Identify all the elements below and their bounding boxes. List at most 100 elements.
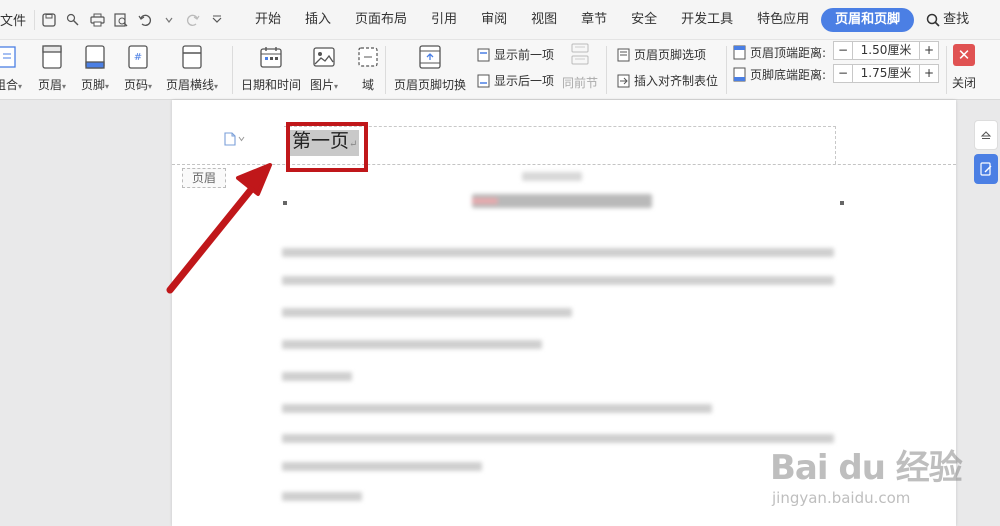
combo-label: 组合 xyxy=(0,78,19,92)
combo-button[interactable]: 组合▾ xyxy=(0,44,22,93)
eject-icon xyxy=(980,131,992,139)
insert-align-tab-button[interactable]: 插入对齐制表位 xyxy=(616,72,718,89)
redo-icon[interactable] xyxy=(185,12,201,28)
picture-button[interactable]: 图片▾ xyxy=(310,44,338,93)
ribbon-divider xyxy=(726,46,727,94)
chevron-down-icon[interactable] xyxy=(161,12,177,28)
footer-icon xyxy=(82,44,108,70)
header-label: 页眉 xyxy=(38,78,63,92)
show-next-label: 显示后一项 xyxy=(494,74,555,88)
same-as-previous-button[interactable]: 同前节 xyxy=(562,42,598,91)
header-line-label: 页眉横线 xyxy=(166,78,215,92)
align-tab-icon xyxy=(616,74,630,88)
datetime-label: 日期和时间 xyxy=(241,78,302,92)
page-number-label: 页码 xyxy=(124,78,149,92)
svg-text:#: # xyxy=(134,52,142,63)
header-button[interactable]: 页眉▾ xyxy=(38,44,66,93)
field-icon xyxy=(355,44,381,70)
top-distance-label: 页眉顶端距离: xyxy=(750,46,827,60)
edit-panel-button[interactable] xyxy=(974,154,998,184)
bottom-distance-decrement[interactable]: − xyxy=(833,64,853,83)
collapse-panel-button[interactable] xyxy=(974,120,998,150)
close-header-footer-button[interactable]: ✕ 关闭 xyxy=(952,44,976,91)
top-distance-value[interactable]: 1.50厘米 xyxy=(853,41,919,60)
tab-special[interactable]: 特色应用 xyxy=(745,8,821,32)
insert-align-tab-label: 插入对齐制表位 xyxy=(634,74,719,88)
top-distance-row: 页眉顶端距离: xyxy=(732,44,826,61)
calendar-icon xyxy=(258,44,284,70)
field-button[interactable]: 域 xyxy=(355,44,381,93)
watermark-url: jingyan.baidu.com xyxy=(772,489,911,507)
header-line-button[interactable]: 页眉横线▾ xyxy=(166,44,218,93)
close-label: 关闭 xyxy=(952,76,977,90)
tab-page-layout[interactable]: 页面布局 xyxy=(343,8,419,32)
header-tag: 页眉 xyxy=(182,168,226,188)
highlight-box xyxy=(286,122,368,172)
tab-references[interactable]: 引用 xyxy=(419,8,469,32)
options-icon xyxy=(616,48,630,62)
header-footer-options-button[interactable]: 页眉页脚选项 xyxy=(616,46,706,63)
header-footer-switch-button[interactable]: 页眉页脚切换 xyxy=(394,44,466,93)
switch-label: 页眉页脚切换 xyxy=(394,78,467,92)
bottom-margin-icon xyxy=(732,67,746,82)
bottom-distance-label: 页脚底端距离: xyxy=(750,68,827,82)
datetime-button[interactable]: 日期和时间 xyxy=(241,44,301,93)
tab-security[interactable]: 安全 xyxy=(619,8,669,32)
header-icon xyxy=(39,44,65,70)
baidu-watermark-logo: Bai du 经验 jingyan.baidu.com xyxy=(770,440,963,507)
top-distance-increment[interactable]: + xyxy=(919,41,939,60)
format-painter-icon[interactable] xyxy=(65,12,81,28)
link-sections-icon xyxy=(567,42,593,68)
field-label: 域 xyxy=(361,78,374,92)
print-preview-icon[interactable] xyxy=(113,12,129,28)
ribbon-tabs: 开始 插入 页面布局 引用 审阅 视图 章节 安全 开发工具 特色应用 页眉和页… xyxy=(243,7,981,32)
watermark-brand: Bai du 经验 xyxy=(770,448,963,488)
ribbon-divider xyxy=(385,46,386,94)
ribbon-toolbar: 组合▾ 页眉▾ 页脚▾ # 页码▾ 页眉横线▾ 日期和时间 图片▾ 域 页眉页脚… xyxy=(0,40,1000,100)
search-label: 查找 xyxy=(943,11,970,27)
top-margin-icon xyxy=(732,45,746,60)
ribbon-divider xyxy=(232,46,233,94)
show-previous-label: 显示前一项 xyxy=(494,48,555,62)
ribbon-divider xyxy=(606,46,607,94)
header-line-icon xyxy=(179,44,205,70)
save-icon[interactable] xyxy=(41,12,57,28)
customize-icon[interactable] xyxy=(209,12,225,28)
picture-label: 图片 xyxy=(310,78,335,92)
tab-view[interactable]: 视图 xyxy=(519,8,569,32)
show-previous-icon xyxy=(476,48,490,62)
menu-file[interactable]: 文件 xyxy=(0,10,26,29)
top-distance-stepper[interactable]: − 1.50厘米 + xyxy=(833,41,939,60)
header-footer-options-label: 页眉页脚选项 xyxy=(634,48,707,62)
footer-label: 页脚 xyxy=(81,78,106,92)
tab-section[interactable]: 章节 xyxy=(569,8,619,32)
page-number-button[interactable]: # 页码▾ xyxy=(124,44,152,93)
combo-icon xyxy=(0,44,21,70)
header-options-icon[interactable] xyxy=(224,132,245,146)
page-number-icon: # xyxy=(125,44,151,70)
show-next-icon xyxy=(476,74,490,88)
tab-home[interactable]: 开始 xyxy=(243,8,293,32)
bottom-distance-row: 页脚底端距离: xyxy=(732,66,826,83)
tab-developer[interactable]: 开发工具 xyxy=(669,8,745,32)
show-next-button[interactable]: 显示后一项 xyxy=(476,72,554,89)
footer-button[interactable]: 页脚▾ xyxy=(81,44,109,93)
print-icon[interactable] xyxy=(89,12,105,28)
menu-bar: 文件 开始 插入 页面布局 引用 审阅 视图 章节 安全 开发工具 特色应用 页… xyxy=(0,0,1000,40)
show-previous-button[interactable]: 显示前一项 xyxy=(476,46,554,63)
top-distance-decrement[interactable]: − xyxy=(833,41,853,60)
quick-access-toolbar xyxy=(34,9,225,30)
tab-insert[interactable]: 插入 xyxy=(293,8,343,32)
close-icon: ✕ xyxy=(953,44,975,66)
bottom-distance-stepper[interactable]: − 1.75厘米 + xyxy=(833,64,939,83)
undo-icon[interactable] xyxy=(137,12,153,28)
blurred-body-content xyxy=(282,172,842,526)
edit-icon xyxy=(980,162,992,176)
bottom-distance-increment[interactable]: + xyxy=(919,64,939,83)
tab-header-footer[interactable]: 页眉和页脚 xyxy=(821,7,915,32)
tab-review[interactable]: 审阅 xyxy=(469,8,519,32)
same-as-previous-label: 同前节 xyxy=(562,76,599,90)
search-button[interactable]: 查找 xyxy=(914,8,981,32)
ribbon-divider xyxy=(946,46,947,94)
bottom-distance-value[interactable]: 1.75厘米 xyxy=(853,64,919,83)
